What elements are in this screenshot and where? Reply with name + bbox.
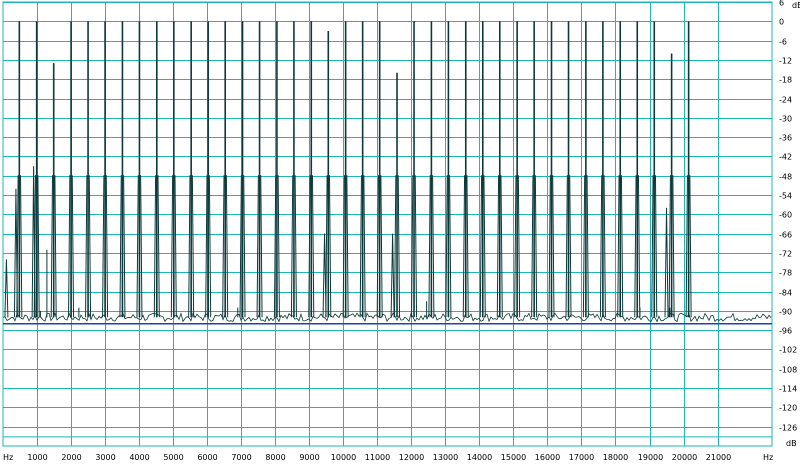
y-tick-label: -36 (779, 134, 792, 143)
y-tick-label: -42 (779, 153, 792, 162)
x-tick-label: 20000 (672, 453, 697, 462)
y-tick-label: -12 (779, 57, 792, 66)
y-tick-label: -96 (779, 327, 792, 336)
grid (2, 1, 773, 447)
x-tick-label: 11000 (365, 453, 390, 462)
y-tick-label: -6 (779, 38, 787, 47)
x-tick-label: 9000 (299, 453, 319, 462)
y-tick-label: -66 (779, 231, 792, 240)
y-unit-label-bottom: dB (786, 439, 797, 448)
y-tick-label: -78 (779, 269, 792, 278)
x-unit-label-right: Hz (763, 453, 773, 462)
x-tick-label: 13000 (433, 453, 458, 462)
y-tick-label: -48 (779, 173, 792, 182)
x-tick-label: 15000 (501, 453, 526, 462)
plot-frame (2, 1, 773, 447)
x-tick-label: 3000 (95, 453, 115, 462)
y-tick-label: 0 (779, 18, 784, 27)
x-tick-label: 1000 (27, 453, 47, 462)
y-tick-label: -114 (779, 385, 797, 394)
y-tick-label: -60 (779, 211, 792, 220)
y-tick-label: -84 (779, 289, 792, 298)
x-tick-label: 4000 (129, 453, 149, 462)
y-tick-label: -54 (779, 192, 792, 201)
y-tick-label: 6 (779, 0, 784, 8)
y-tick-label: -126 (779, 424, 797, 433)
y-tick-label: -108 (779, 366, 797, 375)
y-tick-label: -90 (779, 308, 792, 317)
x-tick-label: 16000 (535, 453, 560, 462)
x-tick-label: 8000 (265, 453, 285, 462)
spectrum-plot: 6 0 -6 -12 -18 -24 -30 -36 -42 -48 -54 -60 -66 -72 -78… (2, 0, 800, 462)
x-tick-label: 10000 (331, 453, 356, 462)
y-tick-label: -18 (779, 76, 792, 85)
y-unit-label-top: dB (792, 1, 800, 10)
y-tick-label: -120 (779, 404, 797, 413)
y-tick-label: -102 (779, 346, 797, 355)
x-unit-label-left: Hz (3, 453, 13, 462)
x-tick-label: 5000 (163, 453, 183, 462)
x-tick-label: 17000 (569, 453, 594, 462)
x-tick-label: 18000 (603, 453, 628, 462)
y-tick-label: -72 (779, 250, 792, 259)
x-tick-label: 12000 (399, 453, 424, 462)
x-tick-label: 2000 (61, 453, 81, 462)
y-tick-label: -24 (779, 96, 792, 105)
x-tick-label: 19000 (638, 453, 663, 462)
x-tick-label: 14000 (467, 453, 492, 462)
x-tick-label: 21000 (706, 453, 731, 462)
spectrum-chart: 6 0 -6 -12 -18 -24 -30 -36 -42 -48 -54 -60 -66 -72 -78… (0, 0, 800, 463)
x-tick-label: 7000 (231, 453, 251, 462)
y-tick-label: -30 (779, 115, 792, 124)
x-tick-label: 6000 (197, 453, 217, 462)
